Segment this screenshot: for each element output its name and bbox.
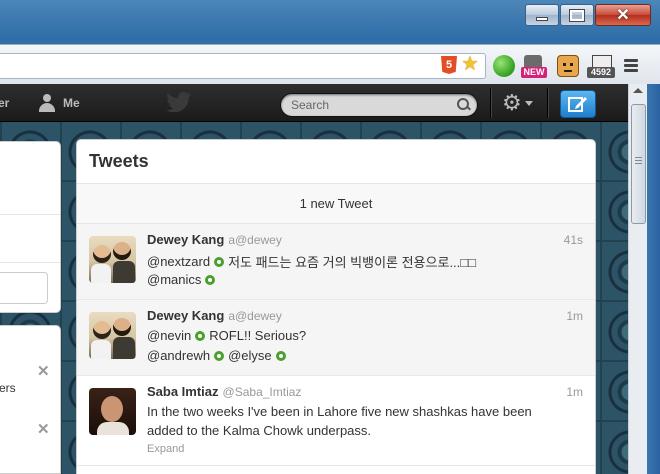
tweet-item[interactable]: Dewey Kang a@dewey 41s @nextzard 저도 패드는 요… <box>77 224 595 300</box>
maximize-icon <box>569 8 585 22</box>
minimize-button[interactable] <box>525 4 559 26</box>
settings-menu-button[interactable]: ⚙ <box>502 92 533 114</box>
caret-down-icon <box>524 100 533 106</box>
author-name: Dewey Kang <box>147 232 225 247</box>
panel-separator <box>0 262 60 263</box>
mail-extension-icon[interactable]: 4592 <box>587 55 615 78</box>
search-input[interactable] <box>291 97 451 113</box>
tweet-author[interactable]: Dewey Kang a@dewey <box>147 232 282 247</box>
person-icon <box>37 93 57 113</box>
html5-icon[interactable]: 5 <box>441 56 457 74</box>
author-handle: a@dewey <box>228 233 282 247</box>
tweet-author[interactable]: Saba Imtiaz @Saba_Imtiaz <box>147 384 301 399</box>
tweet-timestamp[interactable]: 1m <box>566 385 583 399</box>
avatar[interactable] <box>89 312 136 359</box>
mention-link[interactable]: @andrewh <box>147 348 210 363</box>
mention-link[interactable]: @nevin <box>147 328 191 343</box>
tweet-text: added to the Kalma Chowk underpass. <box>147 423 372 438</box>
tweet-text-line: @manics <box>147 272 216 287</box>
window-controls: ✕ <box>525 4 651 26</box>
close-icon: ✕ <box>616 7 630 24</box>
tweet-text-line: @nextzard 저도 패드는 요즘 거의 빅뱅이론 전용으로...□□ <box>147 252 476 271</box>
nav-item-partial[interactable]: er <box>0 96 9 110</box>
search-icon[interactable] <box>457 98 469 110</box>
expand-link[interactable]: Expand <box>147 443 184 455</box>
tweets-timeline: Tweets 1 new Tweet Dewey Kang a@dewey 41s… <box>76 139 596 474</box>
author-handle: a@dewey <box>228 309 282 323</box>
topbar-divider <box>547 88 548 118</box>
grip-icon <box>635 157 642 158</box>
mention-link[interactable]: @manics <box>147 272 201 287</box>
mention-status-icon <box>214 350 225 361</box>
tweet-item[interactable]: Dewey Kang a@dewey 1m @nevin ROFL!! Serio… <box>77 300 595 376</box>
who-to-follow-panel: ers ✕ ✕ <box>0 325 61 474</box>
avatar[interactable] <box>89 388 136 435</box>
tweet-text: ROFL!! Serious? <box>209 328 307 343</box>
address-bar[interactable] <box>0 53 486 79</box>
bookmark-star-icon[interactable]: ★ <box>461 53 479 75</box>
tweet-text-line: @nevin ROFL!! Serious? <box>147 328 306 343</box>
new-tweet-notice[interactable]: 1 new Tweet <box>77 184 595 224</box>
tweet-timestamp[interactable]: 1m <box>566 309 583 323</box>
browser-menu-icon[interactable] <box>624 59 638 74</box>
topbar-divider <box>490 88 491 118</box>
left-dashboard-panel <box>0 141 61 313</box>
face-extension-icon[interactable] <box>557 55 579 77</box>
mention-status-icon <box>214 256 225 267</box>
nav-item-me[interactable]: Me <box>37 93 80 113</box>
mention-link[interactable]: @nextzard <box>147 254 210 269</box>
panel-separator <box>0 214 60 215</box>
tweet-text-line: added to the Kalma Chowk underpass. <box>147 423 371 438</box>
twitter-topbar: er Me ⚙ <box>0 84 628 122</box>
green-extension-icon[interactable] <box>493 55 515 77</box>
search-field[interactable] <box>280 93 478 117</box>
mention-status-icon <box>195 330 206 341</box>
tweets-header: Tweets <box>77 140 595 184</box>
browser-toolbar: 5 ★ NEW 4592 <box>0 44 660 84</box>
page-scrollbar[interactable] <box>628 84 647 474</box>
tweet-text-line: @andrewh @elyse <box>147 348 286 363</box>
twitter-bird-icon[interactable] <box>166 92 192 112</box>
compose-icon <box>568 97 587 112</box>
suggestion-text-partial: ers <box>0 381 16 395</box>
maximize-button[interactable] <box>560 4 594 26</box>
tweet-author[interactable]: Dewey Kang a@dewey <box>147 308 282 323</box>
mention-status-icon <box>205 274 216 285</box>
new-badge: NEW <box>521 67 547 78</box>
avatar[interactable] <box>89 236 136 283</box>
window-frame-right <box>647 84 660 474</box>
author-handle: @Saba_Imtiaz <box>222 385 302 399</box>
author-name: Saba Imtiaz <box>147 384 219 399</box>
tweet-text: 저도 패드는 요즘 거의 빅뱅이론 전용으로...□□ <box>228 255 476 270</box>
tweet-text: In the two weeks I've been in Lahore fiv… <box>147 404 532 419</box>
close-button[interactable]: ✕ <box>595 4 651 26</box>
mention-status-icon <box>275 350 286 361</box>
new-extension-icon[interactable]: NEW <box>521 55 547 78</box>
scroll-up-arrow-icon[interactable] <box>633 88 643 93</box>
tweet-text-line: In the two weeks I've been in Lahore fiv… <box>147 404 532 419</box>
nav-me-label: Me <box>63 96 80 110</box>
scrollbar-thumb[interactable] <box>631 104 646 224</box>
tweet-item[interactable]: Saba Imtiaz @Saba_Imtiaz 1m In the two we… <box>77 376 595 466</box>
compose-input-partial[interactable] <box>0 272 48 304</box>
compose-tweet-button[interactable] <box>560 90 596 118</box>
minimize-icon <box>536 17 548 21</box>
dismiss-icon[interactable]: ✕ <box>37 364 50 379</box>
gear-icon: ⚙ <box>502 90 522 115</box>
mention-link[interactable]: @elyse <box>228 348 272 363</box>
author-name: Dewey Kang <box>147 308 225 323</box>
tweet-timestamp[interactable]: 41s <box>564 233 583 247</box>
mail-count-badge: 4592 <box>587 67 615 78</box>
dismiss-icon[interactable]: ✕ <box>37 422 50 437</box>
